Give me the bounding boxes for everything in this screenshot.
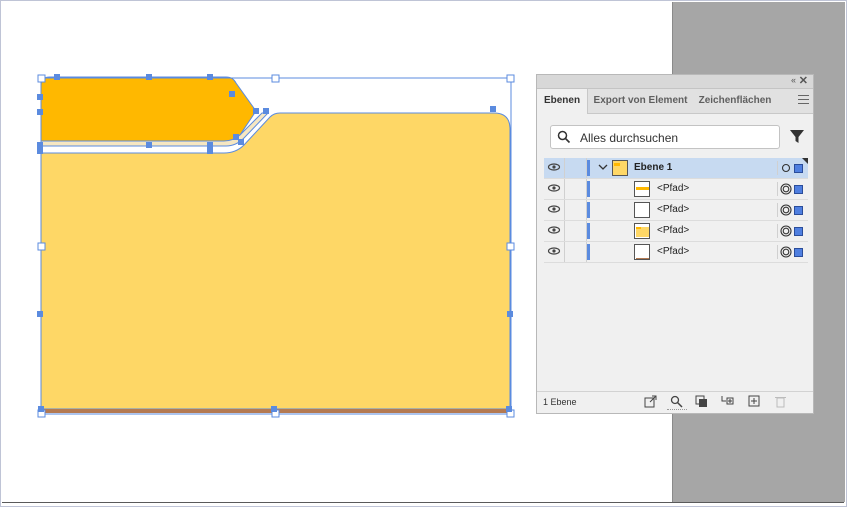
delete-icon[interactable] [774,395,787,408]
lock-toggle[interactable] [564,221,587,241]
target-icon [781,163,791,173]
eye-icon [547,184,561,192]
visibility-toggle[interactable] [544,200,565,220]
layer-row-ebene-1[interactable]: Ebene 1 [544,158,808,179]
eye-icon [547,205,561,213]
filter-icon[interactable] [790,130,804,144]
layer-row-pfad[interactable]: <Pfad> [544,221,808,242]
layer-count: 1 Ebene [543,397,577,407]
lock-toggle[interactable] [564,158,587,178]
target-icon [780,183,792,195]
path-thumbnail [634,223,650,239]
tab-ebenen[interactable]: Ebenen [537,89,588,114]
panel-tabs: Ebenen Export von Element Zeichenflächen [537,89,813,114]
selection-indicator[interactable] [794,248,803,257]
new-layer-icon[interactable] [748,395,761,408]
path-thumbnail [634,202,650,218]
handle-mid-left [37,242,46,251]
selection-indicator[interactable] [794,185,803,194]
handle-mid-right [506,242,515,251]
collapse-panel-icon[interactable]: ‹‹ [791,75,796,85]
search-placeholder: Alles durchsuchen [580,131,679,145]
export-icon[interactable] [644,395,657,408]
target-icon [780,204,792,216]
visibility-toggle[interactable] [544,158,565,178]
layer-row-pfad[interactable]: <Pfad> [544,200,808,221]
panel-title-bar[interactable]: ‹‹ ✕ [537,75,813,89]
layer-color-bar [587,244,590,260]
folder-tab-shape[interactable] [40,76,257,146]
chevron-down-icon[interactable] [598,160,608,177]
layers-panel: ‹‹ ✕ Ebenen Export von Element Zeichenfl… [536,74,814,414]
selection-indicator[interactable] [794,164,803,173]
target-icon [780,225,792,237]
handle-top-left [37,74,46,83]
layers-list: Ebene 1 <Pfad> <Pfad> <Pfad> <Pfad> [544,158,808,263]
visibility-toggle[interactable] [544,242,565,262]
search-icon[interactable] [670,395,683,408]
layer-color-bar [587,202,590,218]
path-thumbnail [634,181,650,197]
panel-menu-icon[interactable] [798,95,809,107]
layer-color-bar [587,223,590,239]
eye-icon [547,163,561,171]
target-toggle[interactable] [777,182,792,196]
target-toggle[interactable] [777,203,792,217]
lock-toggle[interactable] [564,242,587,262]
handle-top-mid [271,74,280,83]
path-name[interactable]: <Pfad> [657,225,689,236]
target-toggle[interactable] [777,224,792,238]
target-icon [780,246,792,258]
eye-icon [547,247,561,255]
layer-thumbnail [612,160,628,176]
panel-resize-grip[interactable] [667,409,687,413]
layer-row-pfad[interactable]: <Pfad> [544,179,808,200]
path-name[interactable]: <Pfad> [657,246,689,257]
layer-color-bar [587,181,590,197]
tab-zeichenflaechen[interactable]: Zeichenflächen [695,89,775,113]
lock-toggle[interactable] [564,200,587,220]
tab-export-von-element[interactable]: Export von Element [588,89,693,113]
search-icon [557,130,571,144]
layers-search-field[interactable]: Alles durchsuchen [550,125,780,149]
selection-indicator[interactable] [794,227,803,236]
layer-name[interactable]: Ebene 1 [634,162,672,173]
layer-color-bar [587,160,590,176]
selection-indicator[interactable] [794,206,803,215]
close-panel-icon[interactable]: ✕ [799,74,808,87]
visibility-toggle[interactable] [544,221,565,241]
target-toggle[interactable] [777,161,792,175]
lock-toggle[interactable] [564,179,587,199]
current-layer-indicator [802,158,808,164]
visibility-toggle[interactable] [544,179,565,199]
path-name[interactable]: <Pfad> [657,204,689,215]
new-sublayer-icon[interactable] [721,395,734,408]
path-thumbnail [634,244,650,260]
target-toggle[interactable] [777,245,792,259]
eye-icon [547,226,561,234]
handle-top-right [506,74,515,83]
path-name[interactable]: <Pfad> [657,183,689,194]
folder-body-shape[interactable] [40,112,511,410]
layer-row-pfad[interactable]: <Pfad> [544,242,808,263]
clipping-mask-icon[interactable] [695,395,708,408]
